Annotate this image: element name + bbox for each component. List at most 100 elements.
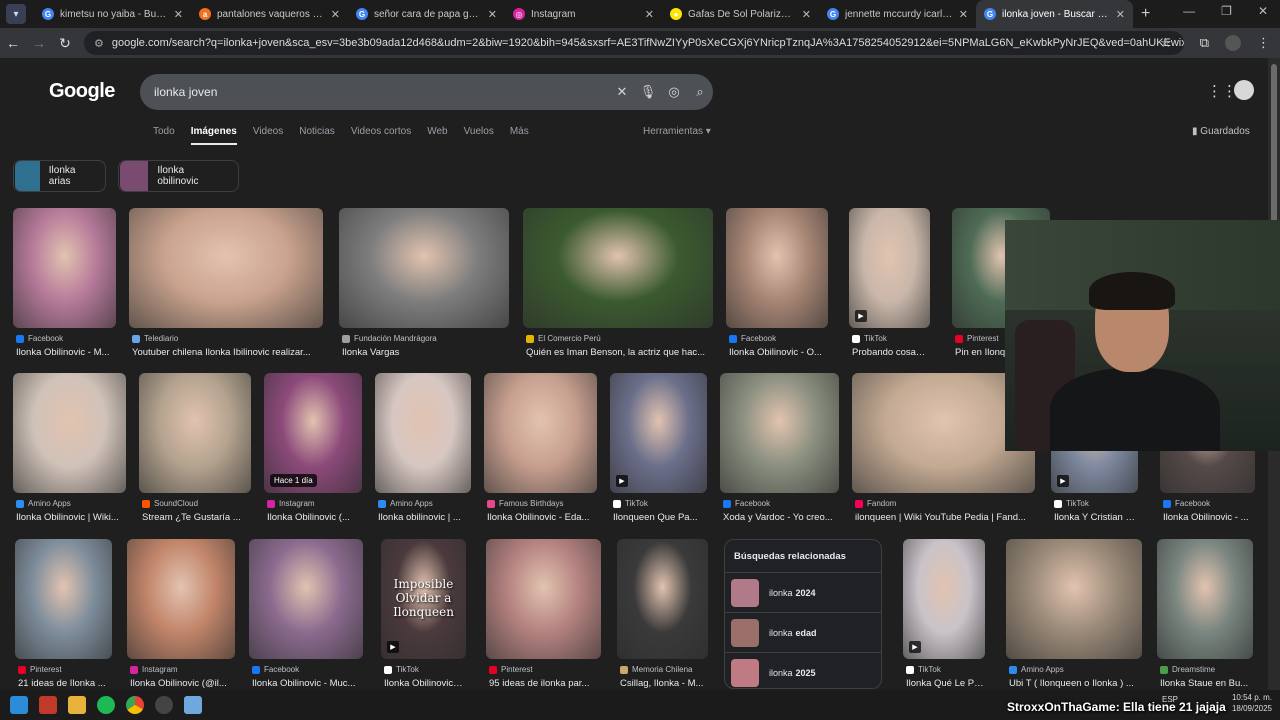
browser-tab[interactable]: ◎ Instagram ✕ bbox=[505, 0, 662, 28]
result-thumbnail[interactable] bbox=[127, 539, 235, 659]
image-result[interactable]: Amino Apps Ilonka Obilinovic | Wiki... bbox=[13, 373, 126, 533]
result-thumbnail[interactable]: ▶ bbox=[610, 373, 707, 493]
image-result[interactable]: Memoria Chilena Csillag, Ilonka - M... bbox=[617, 539, 708, 690]
result-thumbnail[interactable] bbox=[1006, 539, 1142, 659]
lens-icon[interactable]: ◎ bbox=[661, 84, 687, 100]
result-caption[interactable]: Ilonka Obilinovic - Muc... bbox=[252, 678, 362, 689]
result-caption[interactable]: Stream ¿Te Gustaría ... bbox=[142, 512, 250, 523]
result-thumbnail[interactable] bbox=[139, 373, 251, 493]
result-thumbnail[interactable] bbox=[129, 208, 323, 328]
browser-tab[interactable]: Gseñor cara de papa gafas - Bus... ✕ bbox=[348, 0, 505, 28]
result-caption[interactable]: Ilonka obilinovic | ... bbox=[378, 512, 470, 523]
bookmark-star-icon[interactable]: ☆ bbox=[1160, 35, 1172, 51]
result-caption[interactable]: Ilonka Obilinovic - ... bbox=[1163, 512, 1254, 523]
new-tab-button[interactable]: + bbox=[1141, 5, 1150, 23]
result-caption[interactable]: Ilonka Obilinovic: ... bbox=[384, 678, 465, 689]
result-thumbnail[interactable]: Hace 1 día bbox=[264, 373, 362, 493]
result-caption[interactable]: Ilonka Qué Le Pas... bbox=[906, 678, 984, 689]
result-caption[interactable]: Csillag, Ilonka - M... bbox=[620, 678, 707, 689]
filter-tab[interactable]: Noticias bbox=[299, 126, 335, 145]
result-caption[interactable]: Ilonka Y Cristian | ... bbox=[1054, 512, 1137, 523]
clear-icon[interactable]: ✕ bbox=[609, 84, 635, 100]
minimize-icon[interactable]: — bbox=[1183, 4, 1195, 18]
filter-tab[interactable]: Videos bbox=[253, 126, 283, 145]
result-caption[interactable]: Ilonqueen Que Pa... bbox=[613, 512, 706, 523]
image-result[interactable]: Telediario Youtuber chilena Ilonka Ibilin… bbox=[129, 208, 323, 368]
browser-tab[interactable]: Gjennette mccurdy icarly - Busca... ✕ bbox=[819, 0, 976, 28]
result-caption[interactable]: Ilonka Obilinovic (... bbox=[267, 512, 361, 523]
chrome-icon[interactable] bbox=[126, 696, 144, 714]
image-result[interactable]: ▶ TikTok Ilonka Qué Le Pas... bbox=[903, 539, 985, 690]
image-result[interactable]: ▶ TikTok Probando cosas di... bbox=[849, 208, 930, 368]
account-avatar[interactable] bbox=[1234, 80, 1254, 100]
image-result[interactable]: Dreamstime Ilonka Staue en Bu... bbox=[1157, 539, 1253, 690]
result-thumbnail[interactable] bbox=[1157, 539, 1253, 659]
system-clock[interactable]: 10:54 p. m. 18/09/2025 bbox=[1232, 692, 1272, 714]
search-icon[interactable]: ⌕ bbox=[687, 84, 713, 100]
result-caption[interactable]: Ilonka Obilinovic - Eda... bbox=[487, 512, 596, 523]
result-caption[interactable]: ilonqueen | Wiki YouTube Pedia | Fand... bbox=[855, 512, 1034, 523]
result-caption[interactable]: Ilonka Obilinovic (@il... bbox=[130, 678, 234, 689]
search-box[interactable]: ilonka joven ✕ 🎙 ◎ ⌕ bbox=[140, 74, 713, 110]
result-caption[interactable]: Ilonka Obilinovic | Wiki... bbox=[16, 512, 125, 523]
image-result[interactable]: Pinterest 21 ideas de Ilonka ... bbox=[15, 539, 112, 690]
result-caption[interactable]: Quién es Iman Benson, la actriz que hac.… bbox=[526, 347, 712, 358]
result-caption[interactable]: Youtuber chilena Ilonka Ibilinovic reali… bbox=[132, 347, 322, 358]
tab-close-icon[interactable]: ✕ bbox=[488, 8, 497, 21]
notepad-icon[interactable] bbox=[184, 696, 202, 714]
search-input[interactable]: ilonka joven bbox=[154, 85, 609, 99]
filter-tab[interactable]: Más bbox=[510, 126, 529, 145]
back-icon[interactable]: ← bbox=[0, 35, 26, 51]
image-result[interactable]: SoundCloud Stream ¿Te Gustaría ... bbox=[139, 373, 251, 533]
browser-tab[interactable]: ● Gafas De Sol Polarizadas De Al... ✕ bbox=[662, 0, 819, 28]
result-caption[interactable]: Ilonka Obilinovic - O... bbox=[729, 347, 827, 358]
result-caption[interactable]: Ilonka Vargas bbox=[342, 347, 508, 358]
result-thumbnail[interactable] bbox=[15, 539, 112, 659]
menu-icon[interactable]: ⋮ bbox=[1257, 35, 1270, 51]
filter-tab[interactable]: Todo bbox=[153, 126, 175, 145]
file-explorer-icon[interactable] bbox=[68, 696, 86, 714]
voice-search-icon[interactable]: 🎙 bbox=[635, 84, 661, 100]
result-thumbnail[interactable]: ▶ bbox=[849, 208, 930, 328]
spotify-icon[interactable] bbox=[97, 696, 115, 714]
tab-close-icon[interactable]: ✕ bbox=[331, 8, 340, 21]
taskbar-app-icon[interactable] bbox=[39, 696, 57, 714]
result-thumbnail[interactable] bbox=[617, 539, 708, 659]
filter-tab[interactable]: Videos cortos bbox=[351, 126, 411, 145]
tools-button[interactable]: Herramientas ▾ bbox=[643, 126, 711, 137]
tab-close-icon[interactable]: ✕ bbox=[645, 8, 654, 21]
filter-tab[interactable]: Web bbox=[427, 126, 447, 145]
image-result[interactable]: El Comercio Perú Quién es Iman Benson, la… bbox=[523, 208, 713, 368]
result-thumbnail[interactable]: ▶ bbox=[903, 539, 985, 659]
result-thumbnail[interactable] bbox=[523, 208, 713, 328]
result-thumbnail[interactable] bbox=[484, 373, 597, 493]
saved-button[interactable]: ▮ Guardados bbox=[1192, 126, 1250, 137]
result-caption[interactable]: Xoda y Vardoc - Yo creo... bbox=[723, 512, 838, 523]
reload-icon[interactable]: ↻ bbox=[52, 35, 78, 52]
result-thumbnail[interactable] bbox=[13, 373, 126, 493]
site-info-icon[interactable]: ⚙ bbox=[94, 37, 104, 50]
related-chip[interactable]: Ilonka arias bbox=[13, 160, 106, 192]
result-thumbnail[interactable] bbox=[486, 539, 601, 659]
apps-grid-icon[interactable]: ⋮⋮ bbox=[1207, 82, 1237, 100]
browser-tab[interactable]: a pantalones vaqueros hombre p... ✕ bbox=[191, 0, 348, 28]
filter-tab[interactable]: Vuelos bbox=[464, 126, 494, 145]
related-search-item[interactable]: ilonka 2025 bbox=[725, 652, 881, 688]
result-thumbnail[interactable] bbox=[249, 539, 363, 659]
image-result[interactable]: Pinterest 95 ideas de ilonka par... bbox=[486, 539, 601, 690]
google-logo[interactable]: Google bbox=[49, 80, 115, 103]
result-caption[interactable]: Ubi T ( Ilonqueen o Ilonka ) ... bbox=[1009, 678, 1141, 689]
browser-tab[interactable]: Gkimetsu no yaiba - Buscar con Goo ✕ bbox=[34, 0, 191, 28]
close-window-icon[interactable]: ✕ bbox=[1258, 4, 1268, 18]
obs-icon[interactable] bbox=[155, 696, 173, 714]
result-thumbnail[interactable] bbox=[726, 208, 828, 328]
image-result[interactable]: Instagram Ilonka Obilinovic (@il... bbox=[127, 539, 235, 690]
tab-close-icon[interactable]: ✕ bbox=[1116, 8, 1125, 21]
tab-close-icon[interactable]: ✕ bbox=[802, 8, 811, 21]
result-thumbnail[interactable] bbox=[13, 208, 116, 328]
image-result[interactable]: Facebook Xoda y Vardoc - Yo creo... bbox=[720, 373, 839, 533]
address-bar[interactable]: ⚙ google.com/search?q=ilonka+joven&sca_e… bbox=[84, 31, 1184, 55]
result-caption[interactable]: 95 ideas de ilonka par... bbox=[489, 678, 600, 689]
image-result[interactable]: Famous Birthdays Ilonka Obilinovic - Eda.… bbox=[484, 373, 597, 533]
tab-close-icon[interactable]: ✕ bbox=[174, 8, 183, 21]
